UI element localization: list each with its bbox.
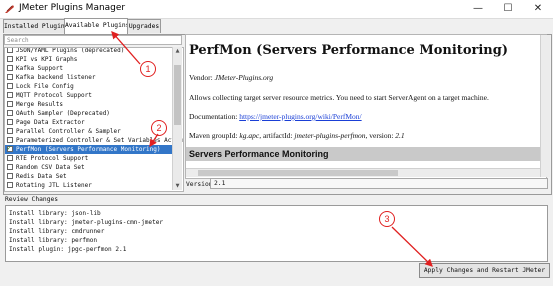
annotation-arrow-1 [111,31,141,65]
annotation-arrow-3 [391,226,433,267]
plugins-manager-window: JMeter Plugins Manager — ☐ ✕ Installed P… [0,0,553,286]
annotation-arrow-2 [149,133,159,148]
annotation-arrows [111,31,433,267]
